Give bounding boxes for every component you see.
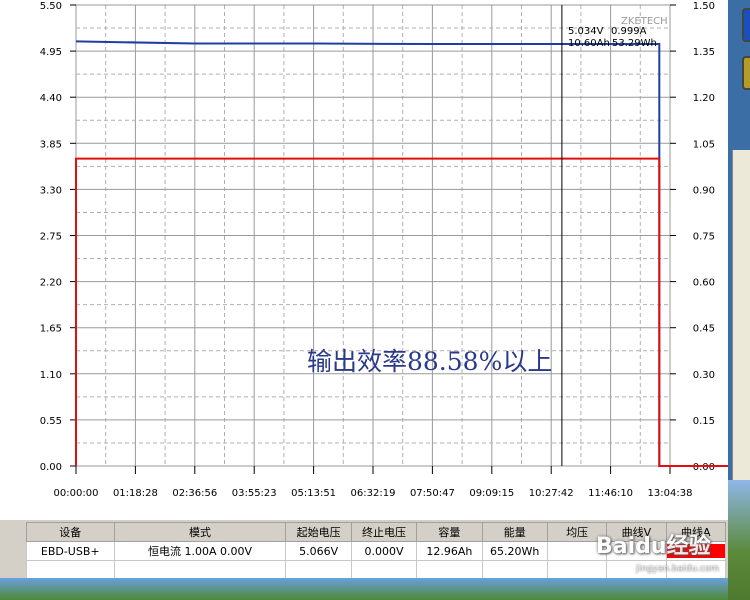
- cell-start-voltage: 5.066V: [285, 541, 352, 561]
- cell-end-voltage: 0.000V: [350, 541, 418, 561]
- y-left-tick-label: 3.85: [40, 139, 62, 150]
- y-left-tick-label: 5.50: [40, 1, 62, 12]
- cell-capacity: 12.96Ah: [416, 541, 483, 561]
- empty-cell: [350, 560, 418, 580]
- x-tick-label: 06:32:19: [351, 488, 396, 499]
- side-panel-edge: [728, 0, 750, 600]
- y-right-tick-label: 0.45: [693, 324, 715, 335]
- x-tick-label: 11:46:10: [588, 488, 633, 499]
- watermark-url: jingyan.baidu.com: [636, 564, 720, 574]
- desktop-background-bottom: [0, 578, 728, 600]
- x-tick-label: 05:13:51: [291, 488, 336, 499]
- empty-cell: [546, 560, 608, 580]
- x-tick-label: 00:00:00: [54, 488, 99, 499]
- empty-cell: [416, 560, 483, 580]
- x-tick-label: 13:04:38: [648, 488, 693, 499]
- y-left-tick-label: 2.75: [40, 232, 62, 243]
- cell-device: EBD-USB+: [26, 541, 115, 561]
- x-tick-label: 10:27:42: [529, 488, 574, 499]
- y-right-tick-label: 0.00: [693, 462, 715, 473]
- x-tick-label: 07:50:47: [410, 488, 455, 499]
- y-right-tick-label: 1.05: [693, 139, 715, 150]
- y-right-tick-label: 0.15: [693, 416, 715, 427]
- col-energy: 能量: [481, 522, 548, 542]
- table-row-empty: [26, 560, 727, 580]
- cursor-voltage: 5.034V: [568, 26, 604, 37]
- col-mode: 模式: [113, 522, 287, 542]
- y-right-tick-label: 0.30: [693, 370, 715, 381]
- col-end-voltage: 终止电压: [350, 522, 418, 542]
- y-left-tick-label: 4.95: [40, 47, 62, 58]
- y-right-tick-label: 1.35: [693, 47, 715, 58]
- current-display-edge: [742, 56, 750, 90]
- x-tick-label: 09:09:15: [469, 488, 514, 499]
- y-right-tick-label: 0.90: [693, 185, 715, 196]
- empty-cell: [285, 560, 352, 580]
- y-left-tick-label: 3.30: [40, 185, 62, 196]
- empty-cell: [26, 560, 115, 580]
- efficiency-annotation: 输出效率88.58%以上: [307, 347, 552, 376]
- desktop-background: [728, 480, 750, 600]
- y-left-tick-label: 2.20: [40, 278, 62, 289]
- x-tick-label: 02:36:56: [172, 488, 217, 499]
- y-left-tick-label: 0.55: [40, 416, 62, 427]
- watermark-logo: Baidu经验: [596, 534, 711, 559]
- y-left-tick-label: 0.00: [40, 462, 62, 473]
- cell-energy: 65.20Wh: [481, 541, 548, 561]
- chart: 5.50 4.95 4.40 3.85 3.30 2.75 2.20 1.65 1.10 0.55…: [0, 0, 728, 520]
- x-tick-label: 01:18:28: [113, 488, 158, 499]
- cursor-energy: 53.29Wh: [612, 38, 657, 49]
- y-right-tick-label: 1.20: [693, 93, 715, 104]
- voltage-display-edge: [742, 8, 750, 42]
- cell-mode: 恒电流 1.00A 0.00V: [113, 541, 287, 561]
- empty-cell: [113, 560, 287, 580]
- y-right-tick-label: 0.60: [693, 278, 715, 289]
- y-right-tick-label: 1.50: [693, 1, 715, 12]
- col-device: 设备: [26, 522, 115, 542]
- settings-panel-edge: [732, 150, 750, 480]
- y-left-tick-label: 4.40: [40, 93, 62, 104]
- app-window: 5.50 4.95 4.40 3.85 3.30 2.75 2.20 1.65 1.10 0.55…: [0, 0, 728, 590]
- col-capacity: 容量: [416, 522, 483, 542]
- col-start-voltage: 起始电压: [285, 522, 352, 542]
- y-left-tick-label: 1.10: [40, 370, 62, 381]
- cursor-current: 0.999A: [611, 26, 647, 37]
- empty-cell: [481, 560, 548, 580]
- y-right-tick-label: 0.75: [693, 232, 715, 243]
- cursor-capacity: 10.60Ah: [568, 38, 610, 49]
- x-tick-label: 03:55:23: [232, 488, 277, 499]
- y-left-tick-label: 1.65: [40, 324, 62, 335]
